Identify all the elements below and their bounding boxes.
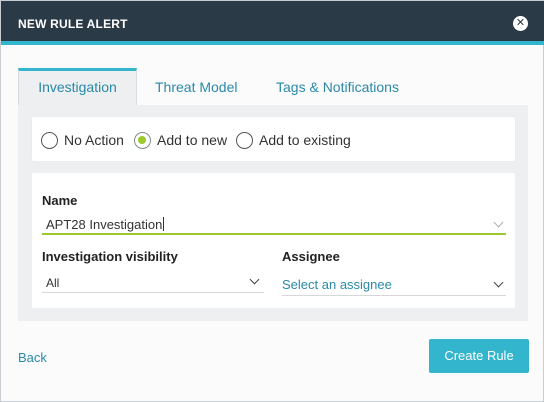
investigation-form: Name APT28 Investigation Investigation v… — [32, 173, 515, 308]
radio-circle — [41, 131, 58, 149]
assignee-placeholder: Select an assignee — [282, 277, 392, 292]
text-caret — [163, 217, 165, 231]
radio-label: Add to existing — [259, 132, 351, 148]
back-link[interactable]: Back — [18, 350, 47, 365]
assignee-select[interactable]: Select an assignee — [282, 276, 506, 296]
dialog-title: NEW RULE ALERT — [18, 17, 128, 31]
radio-label: No Action — [64, 132, 124, 148]
visibility-value: All — [46, 276, 60, 290]
action-radio-group: No Action Add to new Add to existing — [32, 117, 515, 161]
tab-threat-model[interactable]: Threat Model — [155, 68, 237, 106]
radio-circle — [134, 131, 151, 149]
radio-selected-dot — [138, 135, 146, 144]
radio-label: Add to new — [157, 132, 228, 148]
chevron-down-icon — [249, 274, 260, 285]
name-input[interactable]: APT28 Investigation — [42, 213, 506, 235]
radio-circle — [236, 131, 253, 149]
close-icon[interactable]: ✕ — [513, 16, 528, 31]
name-input-value: APT28 Investigation — [46, 217, 165, 232]
tab-investigation[interactable]: Investigation — [18, 68, 137, 106]
radio-no-action[interactable]: No Action — [41, 131, 124, 149]
chevron-down-icon[interactable] — [493, 217, 504, 228]
tab-tags-notifications[interactable]: Tags & Notifications — [276, 68, 399, 106]
dialog-header: NEW RULE ALERT ✕ — [1, 1, 544, 45]
assignee-label: Assignee — [282, 249, 340, 264]
chevron-down-icon — [493, 277, 504, 288]
radio-add-to-existing[interactable]: Add to existing — [236, 131, 351, 149]
name-label: Name — [42, 193, 78, 208]
visibility-label: Investigation visibility — [42, 249, 178, 264]
radio-add-to-new[interactable]: Add to new — [134, 131, 227, 149]
visibility-select[interactable]: All — [42, 273, 264, 293]
create-rule-button[interactable]: Create Rule — [429, 339, 529, 373]
new-rule-alert-dialog: NEW RULE ALERT ✕ Investigation Threat Mo… — [0, 0, 544, 402]
